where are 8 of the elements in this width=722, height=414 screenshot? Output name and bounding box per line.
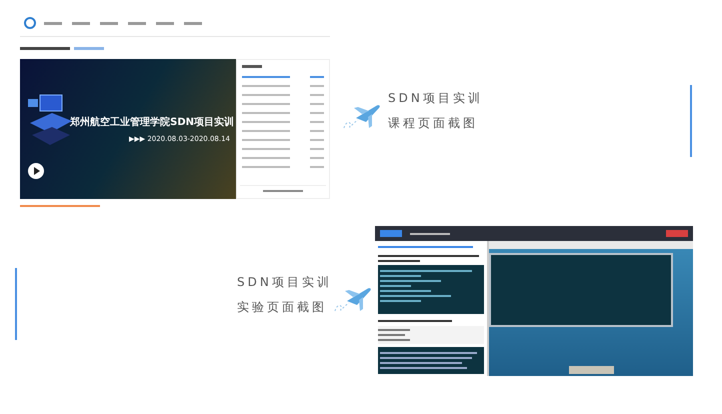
play-button[interactable]	[28, 163, 44, 179]
video-banner-title: 郑州航空工业管理学院SDN项目实训	[70, 115, 234, 129]
section-title: SDN项目实训	[237, 274, 332, 291]
logo-icon	[24, 17, 36, 29]
section-subtitle: 实验页面截图	[237, 299, 328, 316]
section-title: SDN项目实训	[388, 90, 483, 107]
section-subtitle: 课程页面截图	[388, 115, 479, 132]
play-icon	[32, 167, 40, 175]
